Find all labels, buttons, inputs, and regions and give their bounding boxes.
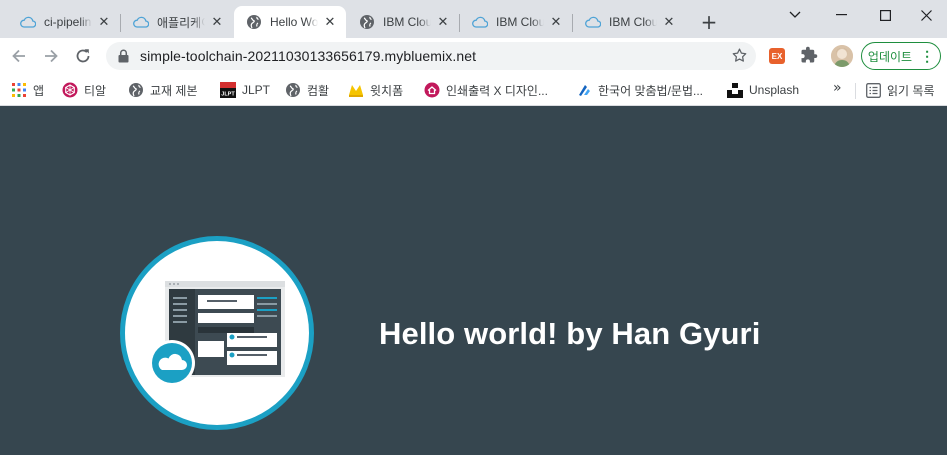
tab-hello-world[interactable]: Hello World ✕ xyxy=(234,6,346,38)
tab-title: IBM Cloud xyxy=(383,15,431,29)
close-icon[interactable]: ✕ xyxy=(209,14,225,30)
forward-button[interactable] xyxy=(37,42,65,70)
bookmark-tial[interactable]: 티알 xyxy=(62,80,106,100)
bookmark-textbook-binding[interactable]: 교재 제본 xyxy=(128,80,198,100)
spellcheck-logo-icon xyxy=(576,82,592,98)
bookmark-label: JLPT xyxy=(242,83,271,97)
tab-title: IBM Cloud xyxy=(609,15,657,29)
reload-icon xyxy=(76,49,90,63)
tab-ibm-cloud-1[interactable]: IBM Cloud ✕ xyxy=(347,6,459,38)
jlpt-logo-icon: JLPT xyxy=(220,82,236,98)
extension-icon[interactable]: EX xyxy=(769,48,785,64)
bookmark-unsplash[interactable]: Unsplash xyxy=(727,80,799,100)
page-content: Hello world! by Han Gyuri xyxy=(0,107,947,455)
bookmark-computer-skills[interactable]: 컴활 xyxy=(285,80,329,100)
tab-search-button[interactable] xyxy=(772,0,818,30)
tab-title: IBM Cloud xyxy=(496,15,544,29)
cloud-icon xyxy=(20,14,36,30)
dashboard-illustration xyxy=(149,281,285,386)
bookmark-label: 윗치폼 xyxy=(370,83,404,98)
globe-icon xyxy=(246,14,262,30)
bookmark-label: 티알 xyxy=(84,83,107,98)
tab-strip: ci-pipeline ✕ 애플리케이션 ✕ Hello World ✕ IBM… xyxy=(0,0,947,38)
tab-title: ci-pipeline xyxy=(44,15,92,29)
svg-text:JLPT: JLPT xyxy=(221,92,235,98)
update-label: 업데이트 xyxy=(867,49,913,64)
tab-ibm-cloud-3[interactable]: IBM Cloud ✕ xyxy=(573,6,685,38)
close-icon[interactable]: ✕ xyxy=(435,14,451,30)
bookmark-label: 컴활 xyxy=(307,83,330,98)
bookmark-spellcheck[interactable]: 한국어 맞춤법/문법... xyxy=(576,80,703,100)
print-logo-icon xyxy=(424,82,440,98)
bookmark-apps[interactable]: 앱 xyxy=(11,80,44,100)
globe-icon xyxy=(285,82,301,98)
tab-application[interactable]: 애플리케이션 ✕ xyxy=(121,6,233,38)
browser-toolbar: simple-toolchain-20211030133656179.myblu… xyxy=(0,38,947,74)
reading-list-button[interactable]: 읽기 목록 xyxy=(865,80,935,100)
bookmarks-bar: 앱 티알 교재 제본 JLPT JLPT 컴활 윗치폼 인쇄출력 X 디자인..… xyxy=(0,74,947,106)
lock-icon[interactable] xyxy=(118,49,129,68)
cloud-icon xyxy=(472,14,488,30)
arrow-right-icon xyxy=(45,49,58,63)
globe-icon xyxy=(128,82,144,98)
bookmark-jlpt[interactable]: JLPT JLPT xyxy=(220,80,270,100)
reading-list-icon xyxy=(865,82,881,98)
close-window-button[interactable] xyxy=(906,0,947,30)
page-heading: Hello world! by Han Gyuri xyxy=(379,316,761,351)
cloud-icon xyxy=(585,14,601,30)
bookmark-label: Unsplash xyxy=(749,83,800,97)
bookmark-label: 앱 xyxy=(33,83,45,98)
bookmark-label: 한국어 맞춤법/문법... xyxy=(598,83,703,98)
reading-list-label: 읽기 목록 xyxy=(887,83,935,98)
unsplash-logo-icon xyxy=(727,82,743,98)
more-menu-icon: ⋮ xyxy=(920,48,935,64)
url-text: simple-toolchain-20211030133656179.myblu… xyxy=(140,48,477,64)
tab-ibm-cloud-2[interactable]: IBM Cloud ✕ xyxy=(460,6,572,38)
tab-title: 애플리케이션 xyxy=(157,15,205,30)
polygon-logo-icon xyxy=(62,82,78,98)
close-icon[interactable]: ✕ xyxy=(661,14,677,30)
tab-title: Hello World xyxy=(270,15,318,29)
more-bookmarks-chevron[interactable]: » xyxy=(833,80,842,96)
bookmark-label: 교재 제본 xyxy=(150,83,198,98)
reload-button[interactable] xyxy=(69,42,97,70)
maximize-button[interactable] xyxy=(862,0,908,30)
tab-ci-pipeline[interactable]: ci-pipeline ✕ xyxy=(8,6,120,38)
close-icon xyxy=(921,9,932,21)
minimize-button[interactable] xyxy=(818,0,864,30)
arrow-left-icon xyxy=(12,49,25,63)
minimize-icon xyxy=(835,14,847,16)
hero-illustration xyxy=(120,236,314,430)
maximize-icon xyxy=(879,9,891,21)
cloud-icon xyxy=(133,14,149,30)
apps-grid-icon xyxy=(11,82,27,98)
close-icon[interactable]: ✕ xyxy=(548,14,564,30)
close-icon[interactable]: ✕ xyxy=(96,14,112,30)
new-tab-button[interactable]: + xyxy=(697,10,721,34)
bookmark-witchform[interactable]: 윗치폼 xyxy=(348,80,403,100)
update-button[interactable]: 업데이트 ⋮ xyxy=(861,42,941,70)
chevron-down-icon xyxy=(789,11,801,18)
bookmark-label: 인쇄출력 X 디자인... xyxy=(446,83,548,98)
bookmark-star-icon[interactable] xyxy=(731,47,748,69)
witchform-logo-icon xyxy=(348,82,364,98)
profile-avatar[interactable] xyxy=(831,45,853,67)
globe-icon xyxy=(359,14,375,30)
bookmark-print-design[interactable]: 인쇄출력 X 디자인... xyxy=(424,80,548,100)
close-icon[interactable]: ✕ xyxy=(322,14,338,30)
back-button[interactable] xyxy=(5,42,33,70)
address-bar[interactable]: simple-toolchain-20211030133656179.myblu… xyxy=(106,42,756,70)
extensions-puzzle-icon[interactable] xyxy=(800,46,818,69)
bookmarks-divider xyxy=(855,83,856,99)
